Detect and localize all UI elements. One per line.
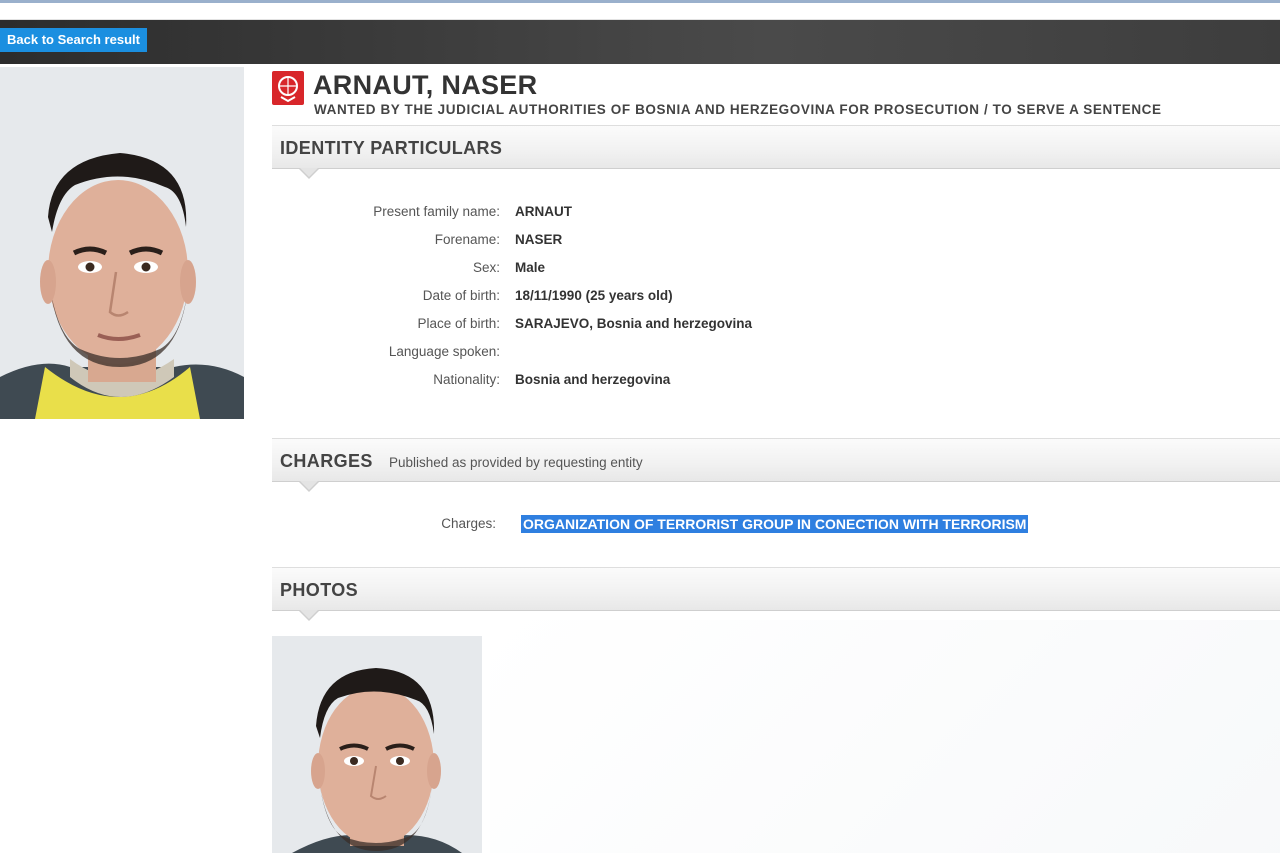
field-value: SARAJEVO, Bosnia and herzegovina [515,316,753,331]
identity-row-family-name: Present family name: ARNAUT [272,204,1272,224]
field-label: Sex: [472,260,500,275]
header-pointer [300,481,318,490]
photo-thumbnail[interactable] [272,636,482,853]
identity-row-date-of-birth: Date of birth: 18/11/1990 (25 years old) [272,288,1272,308]
browser-top-strip [0,0,1280,20]
charges-section-title: CHARGES [280,451,373,471]
top-divider [0,0,1280,3]
field-value: 18/11/1990 (25 years old) [515,288,673,303]
identity-row-language-spoken: Language spoken: [272,344,1272,364]
field-label: Nationality: [433,372,500,387]
header-pointer [300,610,318,619]
identity-row-place-of-birth: Place of birth: SARAJEVO, Bosnia and her… [272,316,1272,336]
person-portrait-image [0,67,244,419]
charges-label: Charges: [441,516,496,531]
identity-row-forename: Forename: NASER [272,232,1272,252]
navigation-bar: Back to Search result [0,20,1280,64]
interpol-red-notice-icon [272,71,304,105]
charges-section-header: CHARGES Published as provided by request… [272,438,1280,492]
field-value: Male [515,260,546,275]
header-pointer [300,168,318,177]
background-shade [490,620,1280,853]
person-name-heading: ARNAUT, NASER [313,70,538,100]
identity-section-title: IDENTITY PARTICULARS [280,138,503,158]
field-value: Bosnia and herzegovina [515,372,671,387]
field-value: ARNAUT [515,204,572,219]
charges-section-subtitle: Published as provided by requesting enti… [389,455,643,470]
field-label: Language spoken: [388,344,500,359]
portrait-photo[interactable] [0,67,244,419]
field-label: Date of birth: [422,288,500,303]
person-thumbnail-image [272,636,482,853]
photos-section-title: PHOTOS [280,580,359,600]
field-label: Forename: [434,232,500,247]
field-label: Present family name: [373,204,500,219]
charges-value-selected[interactable]: ORGANIZATION OF TERRORIST GROUP IN CONEC… [521,515,1029,533]
field-label: Place of birth: [417,316,500,331]
wanted-by-text: WANTED BY THE JUDICIAL AUTHORITIES OF BO… [314,102,1162,117]
field-value: NASER [515,232,563,247]
identity-row-sex: Sex: Male [272,260,1272,280]
photos-section-header: PHOTOS [272,567,1280,621]
identity-row-nationality: Nationality: Bosnia and herzegovina [272,372,1272,392]
identity-section-header: IDENTITY PARTICULARS [272,125,1280,179]
back-to-search-button[interactable]: Back to Search result [0,28,147,52]
notice-page: Back to Search result ARNAUT, NASER WANT… [0,0,1280,853]
